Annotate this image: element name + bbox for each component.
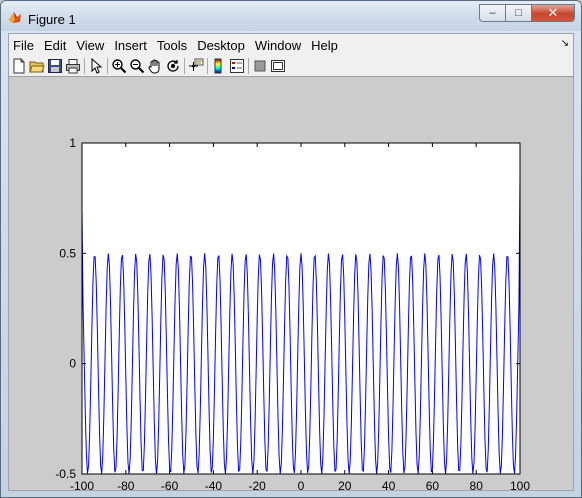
x-tick-label: -80 <box>117 479 135 490</box>
zoom-in-icon[interactable] <box>111 58 127 74</box>
hide-plot-tools-icon[interactable] <box>252 58 268 74</box>
insert-colorbar-icon[interactable] <box>211 58 227 74</box>
x-tick-label: 20 <box>338 479 352 490</box>
toolbar-separator <box>184 58 185 74</box>
figure-client-area: File Edit View Insert Tools Desktop Wind… <box>8 33 574 491</box>
toolbar-separator <box>107 58 108 74</box>
menu-edit[interactable]: Edit <box>39 38 71 53</box>
menu-insert[interactable]: Insert <box>109 38 152 53</box>
x-tick-label: 60 <box>426 479 440 490</box>
plot-axes-svg[interactable]: -100 -80 -60 -40 -20 0 20 40 60 80 100-0.500.51 <box>9 78 573 490</box>
y-tick-label: -0.5 <box>55 467 76 481</box>
menu-dock-arrow-icon[interactable]: ↘ <box>561 38 569 49</box>
y-tick-label: 0 <box>69 357 76 371</box>
menu-window[interactable]: Window <box>250 38 306 53</box>
data-cursor-icon[interactable] <box>188 58 204 74</box>
zoom-out-icon[interactable] <box>129 58 145 74</box>
caption-buttons: – □ ✕ <box>479 4 575 24</box>
toolbar-separator <box>84 58 85 74</box>
matlab-logo-icon <box>9 12 21 23</box>
menu-tools[interactable]: Tools <box>152 38 192 53</box>
new-figure-icon[interactable] <box>11 58 27 74</box>
menu-bar: File Edit View Insert Tools Desktop Wind… <box>9 34 573 56</box>
x-tick-label: -20 <box>249 479 267 490</box>
rotate-3d-icon[interactable] <box>165 58 181 74</box>
edit-plot-arrow-icon[interactable] <box>88 58 104 74</box>
toolbar-separator <box>248 58 249 74</box>
x-tick-label: -60 <box>161 479 179 490</box>
title-bar[interactable]: Figure 1 – □ ✕ <box>1 1 581 31</box>
insert-legend-icon[interactable] <box>229 58 245 74</box>
x-tick-label: 80 <box>470 479 484 490</box>
show-plot-tools-icon[interactable] <box>270 58 286 74</box>
x-tick-label: 40 <box>382 479 396 490</box>
close-button[interactable]: ✕ <box>531 4 575 22</box>
menu-desktop[interactable]: Desktop <box>192 38 250 53</box>
menu-file[interactable]: File <box>9 38 39 53</box>
menu-help[interactable]: Help <box>306 38 343 53</box>
open-file-icon[interactable] <box>29 58 45 74</box>
x-tick-label: -40 <box>205 479 223 490</box>
x-tick-label: 100 <box>510 479 530 490</box>
save-icon[interactable] <box>47 58 63 74</box>
figure-canvas[interactable]: -100 -80 -60 -40 -20 0 20 40 60 80 100 -0.5 0 0.5 1 <box>9 78 573 490</box>
maximize-button[interactable]: □ <box>505 4 531 22</box>
y-tick-label: 1 <box>69 136 76 150</box>
minimize-button[interactable]: – <box>479 4 505 22</box>
toolbar-separator <box>207 58 208 74</box>
figure-toolbar <box>9 56 573 77</box>
window-title: Figure 1 <box>28 12 76 27</box>
print-icon[interactable] <box>65 58 81 74</box>
x-tick-label: 0 <box>298 479 305 490</box>
y-tick-label: 0.5 <box>59 246 76 260</box>
menu-view[interactable]: View <box>71 38 109 53</box>
figure-window: Figure 1 – □ ✕ File Edit View Insert Too… <box>0 0 582 498</box>
pan-hand-icon[interactable] <box>147 58 163 74</box>
